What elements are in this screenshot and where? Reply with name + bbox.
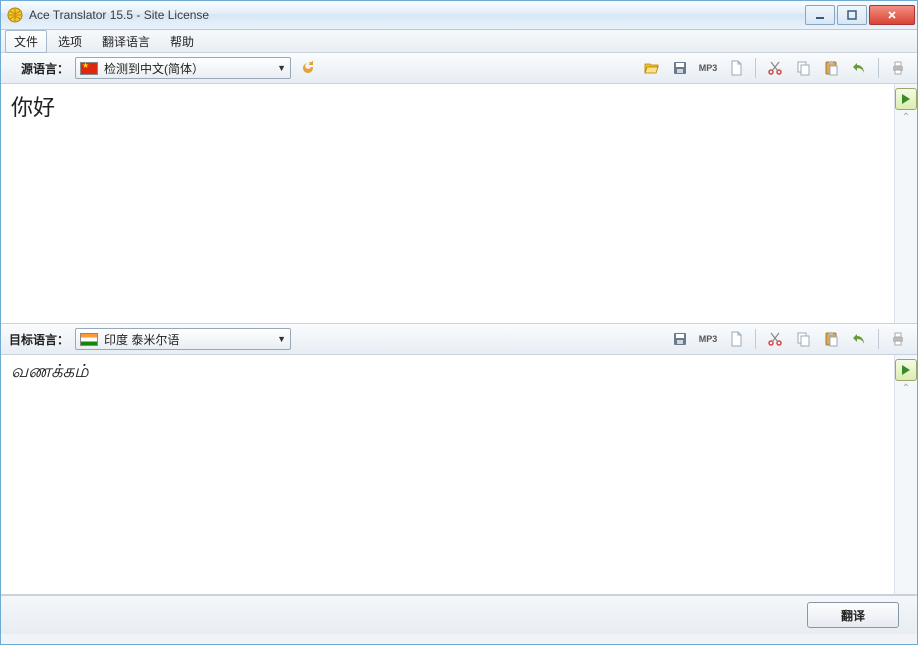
undo-icon (851, 331, 867, 347)
menubar: 文件 选项 翻译语言 帮助 (1, 30, 917, 53)
window-buttons (805, 5, 915, 25)
close-button[interactable] (869, 5, 915, 25)
target-language-value: 印度 泰米尔语 (104, 331, 271, 348)
save-icon (672, 60, 688, 76)
new-target-button[interactable] (725, 328, 747, 350)
target-pane: வணக்கம் ⌃ (1, 355, 917, 595)
print-icon (890, 60, 906, 76)
cut-button[interactable] (764, 57, 786, 79)
separator (878, 329, 879, 349)
new-button[interactable] (725, 57, 747, 79)
source-language-label: 源语言： (9, 60, 69, 77)
source-toolbar: 源语言： 检测到中文(简体） ▼ MP3 (1, 53, 917, 84)
bottom-bar: 翻译 (1, 595, 917, 634)
target-language-combo[interactable]: 印度 泰米尔语 ▼ (75, 328, 291, 350)
mp3-button-source[interactable]: MP3 (697, 57, 719, 79)
document-icon (728, 60, 744, 76)
chevron-down-icon: ▼ (277, 63, 286, 73)
separator (755, 58, 756, 78)
target-textarea[interactable]: வணக்கம் (1, 355, 894, 594)
menu-file[interactable]: 文件 (5, 30, 47, 53)
separator (878, 58, 879, 78)
mp3-icon: MP3 (699, 63, 718, 73)
mp3-button-target[interactable]: MP3 (697, 328, 719, 350)
app-window: Ace Translator 15.5 - Site License 文件 选项… (0, 0, 918, 645)
paste-target-button[interactable] (820, 328, 842, 350)
cut-target-button[interactable] (764, 328, 786, 350)
separator (755, 329, 756, 349)
menu-translation-languages[interactable]: 翻译语言 (93, 30, 159, 53)
undo-button[interactable] (848, 57, 870, 79)
undo-icon (851, 60, 867, 76)
copy-icon (795, 60, 811, 76)
target-toolbar: 目标语言： 印度 泰米尔语 ▼ MP3 (1, 324, 917, 355)
paste-icon (823, 331, 839, 347)
save-target-button[interactable] (669, 328, 691, 350)
paste-icon (823, 60, 839, 76)
folder-open-icon (644, 60, 660, 76)
open-button[interactable] (641, 57, 663, 79)
copy-icon (795, 331, 811, 347)
play-icon (902, 94, 910, 104)
mp3-icon: MP3 (699, 334, 718, 344)
status-strip (1, 634, 917, 644)
flag-in-icon (80, 333, 98, 346)
source-textarea[interactable]: 你好 (1, 84, 894, 323)
window-title: Ace Translator 15.5 - Site License (29, 8, 805, 22)
save-button[interactable] (669, 57, 691, 79)
refresh-button[interactable] (297, 57, 319, 79)
print-button[interactable] (887, 57, 909, 79)
scroll-up-icon: ⌃ (902, 383, 910, 394)
copy-target-button[interactable] (792, 328, 814, 350)
flag-cn-icon (80, 62, 98, 75)
play-target-button[interactable] (895, 359, 917, 381)
copy-button[interactable] (792, 57, 814, 79)
save-icon (672, 331, 688, 347)
scissors-icon (767, 331, 783, 347)
minimize-button[interactable] (805, 5, 835, 25)
play-source-button[interactable] (895, 88, 917, 110)
refresh-icon (300, 60, 316, 76)
translate-button[interactable]: 翻译 (807, 602, 899, 628)
play-icon (902, 365, 910, 375)
undo-target-button[interactable] (848, 328, 870, 350)
target-language-label: 目标语言： (9, 331, 69, 348)
menu-options[interactable]: 选项 (49, 30, 91, 53)
menu-help[interactable]: 帮助 (161, 30, 203, 53)
scissors-icon (767, 60, 783, 76)
paste-button[interactable] (820, 57, 842, 79)
source-language-value: 检测到中文(简体） (104, 60, 271, 77)
titlebar: Ace Translator 15.5 - Site License (1, 1, 917, 30)
target-side-column: ⌃ (894, 355, 917, 594)
maximize-button[interactable] (837, 5, 867, 25)
chevron-down-icon: ▼ (277, 334, 286, 344)
app-icon (7, 7, 23, 23)
scroll-up-icon: ⌃ (902, 112, 910, 123)
source-language-combo[interactable]: 检测到中文(简体） ▼ (75, 57, 291, 79)
source-side-column: ⌃ (894, 84, 917, 323)
document-icon (728, 331, 744, 347)
print-icon (890, 331, 906, 347)
source-pane: 你好 ⌃ (1, 84, 917, 324)
print-target-button[interactable] (887, 328, 909, 350)
